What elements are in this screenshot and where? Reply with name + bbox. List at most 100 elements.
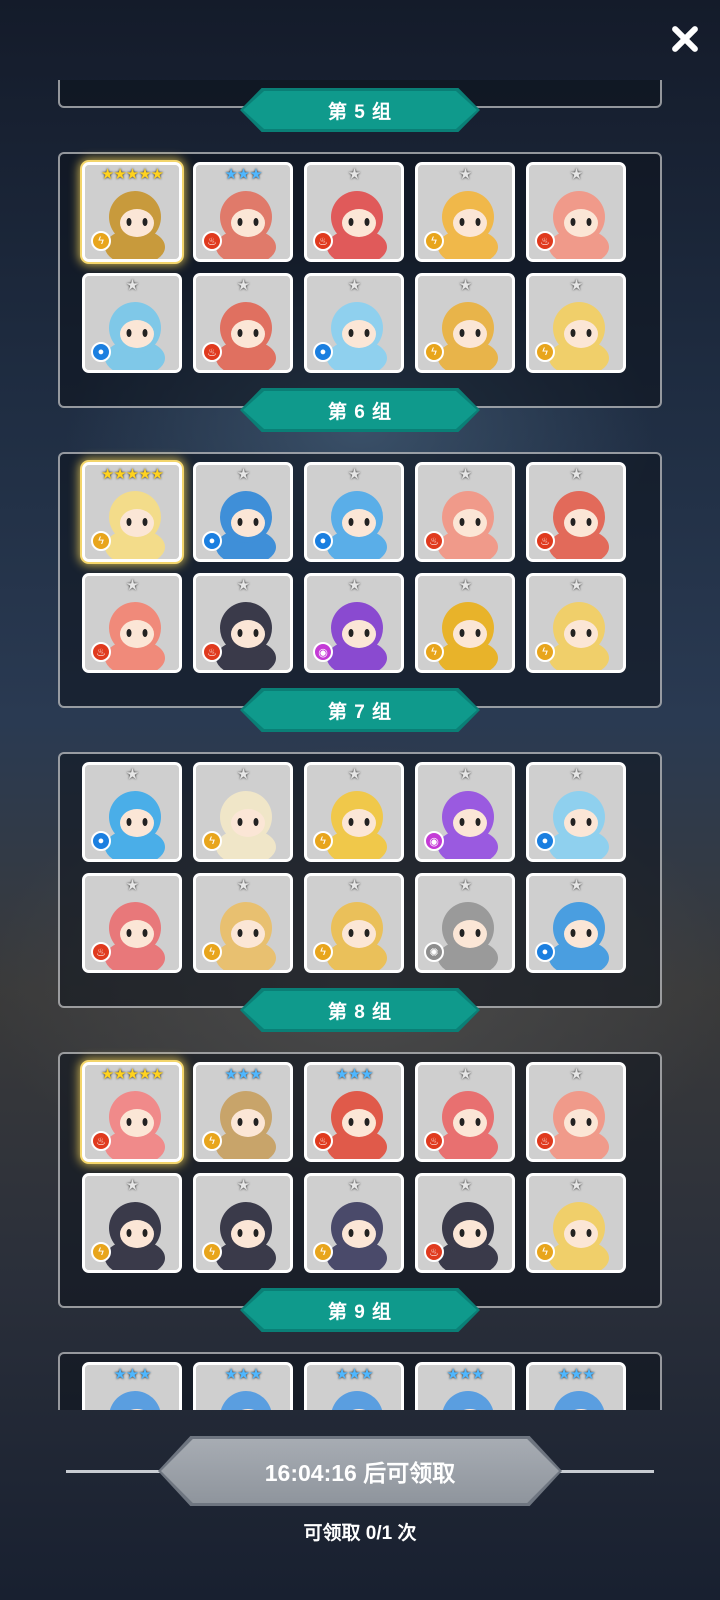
- hero-card-red-hat-girl[interactable]: ★ ♨: [526, 1062, 626, 1162]
- hero-card-unknown[interactable]: ★★★●: [193, 1362, 293, 1410]
- hero-card-armor[interactable]: ★ ϟ: [526, 273, 626, 373]
- star-rating: ★: [347, 277, 361, 294]
- thunder-element-icon: ϟ: [91, 231, 111, 251]
- hero-card-red-moai[interactable]: ★ ♨: [82, 873, 182, 973]
- fire-element-icon: ♨: [91, 642, 111, 662]
- hero-card-blonde-goddess[interactable]: ★★★★★ ϟ: [82, 462, 182, 562]
- star-rating: ★: [236, 577, 250, 594]
- thunder-element-icon: ϟ: [313, 942, 333, 962]
- star-rating: ★★★: [224, 1366, 262, 1383]
- water-element-icon: ●: [535, 831, 555, 851]
- hero-card-old-king[interactable]: ★★★ ϟ: [193, 1062, 293, 1162]
- hero-card-blue-skull[interactable]: ★ ●: [304, 462, 404, 562]
- hero-card-coral-monster[interactable]: ★ ●: [193, 462, 293, 562]
- hero-card-horn-girl[interactable]: ★ ♨: [82, 573, 182, 673]
- hero-card-purple-dragon[interactable]: ★ ◉: [415, 762, 515, 862]
- hero-card-sunflower[interactable]: ★ ϟ: [304, 762, 404, 862]
- thunder-element-icon: ϟ: [313, 831, 333, 851]
- hero-card-pink-warrior[interactable]: ★★★★★ ♨: [82, 1062, 182, 1162]
- claim-button-label: 16:04:16 后可领取: [161, 1439, 559, 1503]
- hero-card-knight[interactable]: ★ ♨: [193, 273, 293, 373]
- star-rating: ★: [458, 877, 472, 894]
- star-rating: ★: [458, 1066, 472, 1083]
- star-rating: ★★★: [224, 166, 262, 183]
- hero-card-skull[interactable]: ★ ϟ: [415, 162, 515, 262]
- hero-card-mummy[interactable]: ★ ϟ: [193, 762, 293, 862]
- fire-element-icon: ♨: [202, 342, 222, 362]
- group-title: 第 9 组: [243, 1291, 477, 1329]
- hero-card-frost-girl[interactable]: ★ ●: [304, 273, 404, 373]
- hero-card-card-queen[interactable]: ★ ♨: [193, 573, 293, 673]
- star-rating: ★: [569, 1177, 583, 1194]
- hero-card-flower-monster[interactable]: ★ ♨: [304, 162, 404, 262]
- star-rating: ★★★: [224, 1066, 262, 1083]
- close-icon[interactable]: [664, 18, 706, 60]
- hero-card-clock[interactable]: ★★★ ♨: [304, 1062, 404, 1162]
- hero-card-gold-moai[interactable]: ★ ϟ: [193, 873, 293, 973]
- star-rating: ★: [347, 766, 361, 783]
- fire-element-icon: ♨: [424, 531, 444, 551]
- star-rating: ★: [236, 1177, 250, 1194]
- star-rating: ★★★: [446, 1366, 484, 1383]
- hero-card-dark-hair-girl[interactable]: ★ ϟ: [82, 1173, 182, 1273]
- star-rating: ★: [458, 1177, 472, 1194]
- hero-card-unknown[interactable]: ★★★●: [304, 1362, 404, 1410]
- fire-element-icon: ♨: [313, 1131, 333, 1151]
- star-rating: ★: [347, 877, 361, 894]
- star-rating: ★: [347, 466, 361, 483]
- hero-card-gold-totem[interactable]: ★ ϟ: [304, 873, 404, 973]
- star-rating: ★: [236, 277, 250, 294]
- water-element-icon: ●: [313, 342, 333, 362]
- star-rating: ★: [569, 766, 583, 783]
- hero-card-pink-skull[interactable]: ★ ♨: [415, 1062, 515, 1162]
- thunder-element-icon: ϟ: [202, 1131, 222, 1151]
- star-rating: ★: [236, 766, 250, 783]
- star-rating: ★★★★★: [100, 466, 164, 483]
- thunder-element-icon: ϟ: [535, 642, 555, 662]
- hero-card-witch[interactable]: ★ ϟ: [304, 1173, 404, 1273]
- hero-card-purple-totem[interactable]: ★ ◉: [304, 573, 404, 673]
- hero-card-treasure-chest[interactable]: ★ ϟ: [415, 573, 515, 673]
- fire-element-icon: ♨: [535, 231, 555, 251]
- hero-card-octopus[interactable]: ★ ♨: [526, 462, 626, 562]
- dark-element-icon: ◉: [424, 831, 444, 851]
- hero-card-ice-armor[interactable]: ★ ●: [526, 873, 626, 973]
- hero-card-red-hat-girl[interactable]: ★ ♨: [415, 462, 515, 562]
- fire-element-icon: ♨: [424, 1242, 444, 1262]
- hero-card-ice-girl[interactable]: ★ ●: [526, 762, 626, 862]
- star-rating: ★★★: [335, 1066, 373, 1083]
- thunder-element-icon: ϟ: [202, 831, 222, 851]
- fire-element-icon: ♨: [424, 1131, 444, 1151]
- hero-card-dark-hair-girl[interactable]: ★ ϟ: [193, 1173, 293, 1273]
- light-element-icon: ✺: [424, 942, 444, 962]
- group-scroll-area[interactable]: 第 5 组 ★★★★★ ϟ ★★★ ♨ ★ ♨ ★ ϟ ★ ♨ ★ ● ★ ♨ ★ ● ★ ϟ ★ ϟ 第 6 组 ★★★★…: [0, 80, 720, 1410]
- hero-card-card-queen[interactable]: ★ ♨: [415, 1173, 515, 1273]
- hero-card-blue-furball[interactable]: ★ ●: [82, 762, 182, 862]
- star-rating: ★: [236, 466, 250, 483]
- hero-card-gray-totem[interactable]: ★ ✺: [415, 873, 515, 973]
- star-rating: ★: [347, 1177, 361, 1194]
- hero-card-red-hat-girl[interactable]: ★ ♨: [526, 162, 626, 262]
- hero-card-golden-book[interactable]: ★★★★★ ϟ: [82, 162, 182, 262]
- star-rating: ★: [347, 577, 361, 594]
- star-rating: ★: [458, 277, 472, 294]
- star-rating: ★: [569, 166, 583, 183]
- thunder-element-icon: ϟ: [202, 1242, 222, 1262]
- group-banner: 第 5 组: [240, 88, 480, 132]
- water-element-icon: ●: [91, 342, 111, 362]
- star-rating: ★: [125, 577, 139, 594]
- hero-card-queen[interactable]: ★★★ ♨: [193, 162, 293, 262]
- hero-card-cat-girl[interactable]: ★ ●: [82, 273, 182, 373]
- hero-card-unknown[interactable]: ★★★●: [82, 1362, 182, 1410]
- water-element-icon: ●: [91, 831, 111, 851]
- hero-card-unknown[interactable]: ★★★●: [415, 1362, 515, 1410]
- hero-card-armor[interactable]: ★ ϟ: [526, 1173, 626, 1273]
- claim-button[interactable]: 16:04:16 后可领取: [158, 1436, 562, 1506]
- water-element-icon: ●: [535, 942, 555, 962]
- star-rating: ★: [125, 277, 139, 294]
- hero-card-pharaoh[interactable]: ★ ϟ: [415, 273, 515, 373]
- fire-element-icon: ♨: [202, 642, 222, 662]
- star-rating: ★: [458, 577, 472, 594]
- hero-card-armor[interactable]: ★ ϟ: [526, 573, 626, 673]
- hero-card-unknown[interactable]: ★★★●: [526, 1362, 626, 1410]
